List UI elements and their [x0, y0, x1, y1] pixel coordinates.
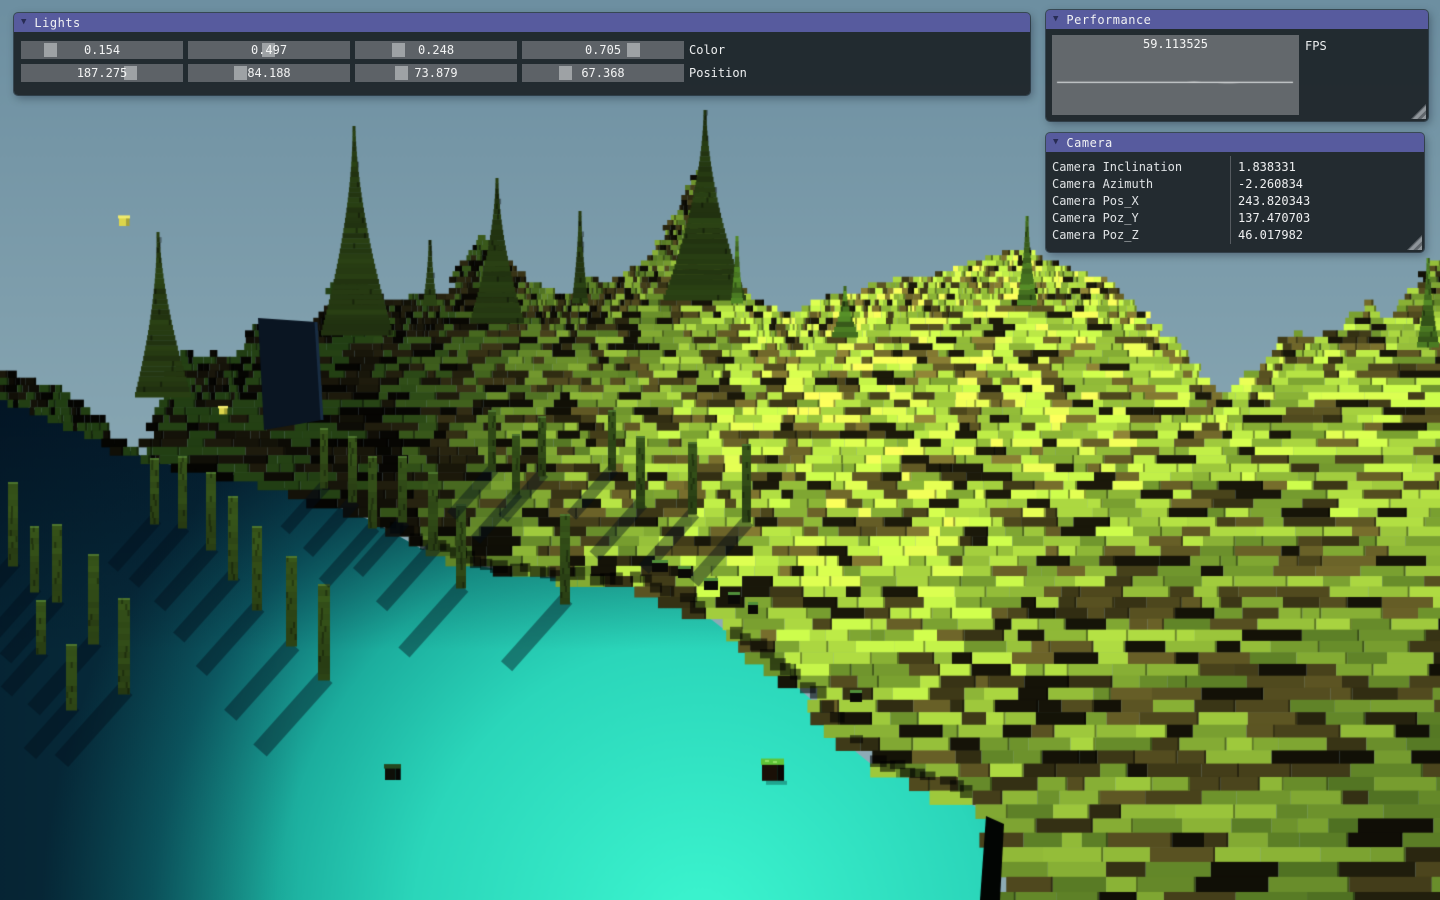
slider-value: 84.188: [188, 64, 350, 82]
lights-panel: ▼ Lights 0.154 0.497 0.248 0.705 Color: [14, 13, 1030, 95]
app-window: ▼ Lights 0.154 0.497 0.248 0.705 Color: [0, 0, 1440, 900]
camera-param-value: 1.838331: [1238, 159, 1296, 176]
light-color-slider-2[interactable]: 0.497: [188, 41, 350, 59]
performance-panel-header[interactable]: ▼ Performance: [1046, 10, 1428, 29]
slider-value: 67.368: [522, 64, 684, 82]
lights-panel-header[interactable]: ▼ Lights: [14, 13, 1030, 32]
camera-param-value: 137.470703: [1238, 210, 1310, 227]
performance-panel-title: Performance: [1066, 13, 1151, 27]
lights-panel-title: Lights: [34, 16, 80, 30]
slider-value: 0.705: [522, 41, 684, 59]
camera-panel-header[interactable]: ▼ Camera: [1046, 133, 1424, 152]
camera-row-azimuth: Camera Azimuth -2.260834: [1046, 176, 1424, 193]
camera-param-label: Camera Azimuth: [1052, 176, 1153, 193]
camera-param-label: Camera Poz_Z: [1052, 227, 1139, 244]
position-row-label: Position: [689, 64, 747, 82]
slider-value: 187.275: [21, 64, 183, 82]
lights-panel-body: 0.154 0.497 0.248 0.705 Color 187.275: [14, 32, 1030, 95]
camera-param-label: Camera Pos_X: [1052, 193, 1139, 210]
camera-param-value: -2.260834: [1238, 176, 1303, 193]
camera-row-pos-z: Camera Poz_Z 46.017982: [1046, 227, 1424, 244]
performance-panel: ▼ Performance 59.113525 FPS: [1046, 10, 1428, 121]
light-color-slider-3[interactable]: 0.248: [355, 41, 517, 59]
performance-panel-body: 59.113525 FPS: [1046, 29, 1428, 121]
camera-param-label: Camera Inclination: [1052, 159, 1182, 176]
camera-row-inclination: Camera Inclination 1.838331: [1046, 159, 1424, 176]
camera-param-value: 243.820343: [1238, 193, 1310, 210]
fps-value: 59.113525: [1052, 37, 1299, 51]
fps-label: FPS: [1305, 39, 1327, 53]
light-position-slider-2[interactable]: 84.188: [188, 64, 350, 82]
camera-param-value: 46.017982: [1238, 227, 1303, 244]
light-color-slider-1[interactable]: 0.154: [21, 41, 183, 59]
slider-value: 0.248: [355, 41, 517, 59]
light-position-slider-1[interactable]: 187.275: [21, 64, 183, 82]
collapse-triangle-icon[interactable]: ▼: [1053, 138, 1058, 147]
light-color-slider-4[interactable]: 0.705: [522, 41, 684, 59]
camera-row-pos-y: Camera Poz_Y 137.470703: [1046, 210, 1424, 227]
camera-panel-body: Camera Inclination 1.838331 Camera Azimu…: [1046, 152, 1424, 252]
fps-graph: 59.113525: [1052, 35, 1299, 115]
camera-row-pos-x: Camera Pos_X 243.820343: [1046, 193, 1424, 210]
camera-panel-title: Camera: [1066, 136, 1112, 150]
resize-grip-icon[interactable]: [1411, 104, 1426, 119]
collapse-triangle-icon[interactable]: ▼: [21, 18, 26, 27]
camera-param-label: Camera Poz_Y: [1052, 210, 1139, 227]
slider-value: 73.879: [355, 64, 517, 82]
slider-value: 0.154: [21, 41, 183, 59]
slider-value: 0.497: [188, 41, 350, 59]
color-row-label: Color: [689, 41, 725, 59]
light-position-slider-3[interactable]: 73.879: [355, 64, 517, 82]
collapse-triangle-icon[interactable]: ▼: [1053, 15, 1058, 24]
light-position-slider-4[interactable]: 67.368: [522, 64, 684, 82]
camera-panel: ▼ Camera Camera Inclination 1.838331 Cam…: [1046, 133, 1424, 252]
